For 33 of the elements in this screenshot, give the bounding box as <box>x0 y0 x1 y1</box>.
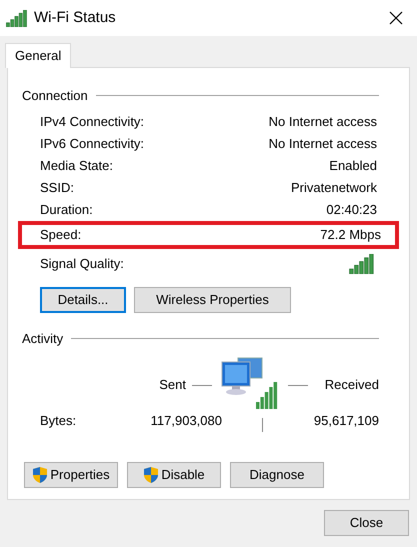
field-label: Duration: <box>40 200 93 219</box>
tab[interactable]: General <box>5 43 72 68</box>
close-icon[interactable] <box>389 11 403 25</box>
dialog-button[interactable]: Close <box>324 510 409 536</box>
field-label: SSID: <box>40 178 74 197</box>
signal-icon <box>6 10 28 26</box>
field-value: Enabled <box>329 156 377 175</box>
bytes-received-value: 95,617,109 <box>314 412 379 430</box>
field-value: No Internet access <box>268 134 377 153</box>
shield-button[interactable]: Properties <box>24 462 118 488</box>
field-value: 72.2 Mbps <box>320 226 381 244</box>
sent-label: Sent <box>159 376 186 394</box>
dialog-button[interactable]: Diagnose <box>230 462 324 488</box>
shield-icon <box>32 466 48 484</box>
dialog-button[interactable]: Wireless Properties <box>134 286 291 312</box>
dialog-button[interactable]: Details... <box>40 286 126 312</box>
received-label: Received <box>324 376 379 394</box>
shield-button[interactable]: Disable <box>127 462 221 488</box>
field-value: 02:40:23 <box>326 200 377 219</box>
network-computers-icon <box>220 356 280 410</box>
window-title: Wi-Fi Status <box>34 8 116 28</box>
section-heading: Activity <box>22 330 64 348</box>
section-heading: Connection <box>22 87 88 105</box>
field-label: IPv4 Connectivity: <box>40 112 144 131</box>
field-value: No Internet access <box>268 112 377 131</box>
field-label: Media State: <box>40 156 113 175</box>
field-label: Signal Quality: <box>40 254 124 273</box>
bytes-label: Bytes: <box>40 412 78 430</box>
bytes-sent-value: 117,903,080 <box>150 412 222 430</box>
field-label: IPv6 Connectivity: <box>40 134 144 153</box>
shield-icon <box>143 466 160 484</box>
field-value: Privatenetwork <box>291 178 377 197</box>
field-label: Speed: <box>40 226 82 244</box>
